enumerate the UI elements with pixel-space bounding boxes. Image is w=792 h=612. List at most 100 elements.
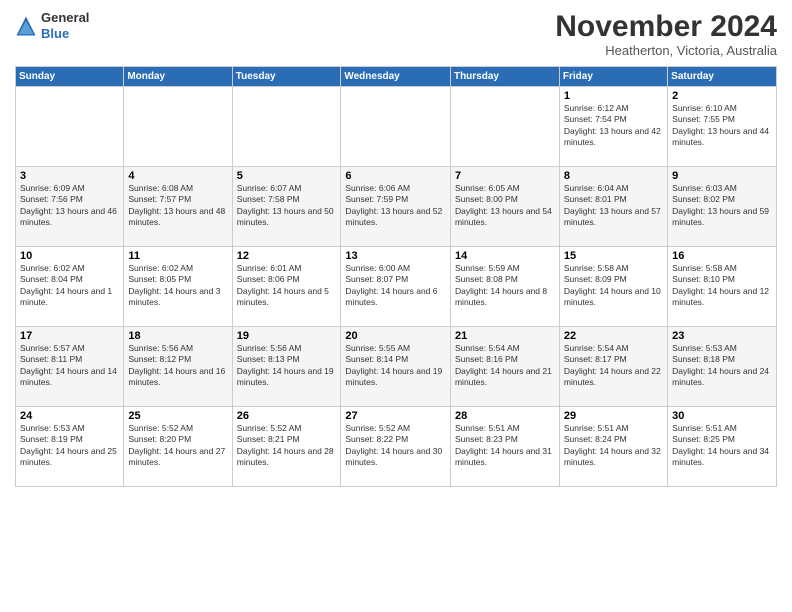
day-info: Sunrise: 6:09 AM Sunset: 7:56 PM Dayligh… xyxy=(20,183,119,229)
table-row: 18Sunrise: 5:56 AM Sunset: 8:12 PM Dayli… xyxy=(124,327,232,407)
calendar-week-row: 17Sunrise: 5:57 AM Sunset: 8:11 PM Dayli… xyxy=(16,327,777,407)
day-number: 10 xyxy=(20,250,119,262)
day-info: Sunrise: 5:51 AM Sunset: 8:25 PM Dayligh… xyxy=(672,423,772,469)
day-number: 1 xyxy=(564,90,663,102)
day-info: Sunrise: 6:01 AM Sunset: 8:06 PM Dayligh… xyxy=(237,263,337,309)
table-row: 13Sunrise: 6:00 AM Sunset: 8:07 PM Dayli… xyxy=(341,247,451,327)
table-row: 5Sunrise: 6:07 AM Sunset: 7:58 PM Daylig… xyxy=(232,167,341,247)
day-number: 13 xyxy=(345,250,446,262)
day-info: Sunrise: 6:00 AM Sunset: 8:07 PM Dayligh… xyxy=(345,263,446,309)
table-row: 24Sunrise: 5:53 AM Sunset: 8:19 PM Dayli… xyxy=(16,407,124,487)
day-info: Sunrise: 5:59 AM Sunset: 8:08 PM Dayligh… xyxy=(455,263,555,309)
table-row: 2Sunrise: 6:10 AM Sunset: 7:55 PM Daylig… xyxy=(668,87,777,167)
day-number: 7 xyxy=(455,170,555,182)
day-number: 3 xyxy=(20,170,119,182)
day-info: Sunrise: 5:52 AM Sunset: 8:20 PM Dayligh… xyxy=(128,423,227,469)
day-info: Sunrise: 5:58 AM Sunset: 8:09 PM Dayligh… xyxy=(564,263,663,309)
table-row: 28Sunrise: 5:51 AM Sunset: 8:23 PM Dayli… xyxy=(450,407,559,487)
table-row: 1Sunrise: 6:12 AM Sunset: 7:54 PM Daylig… xyxy=(559,87,667,167)
table-row: 25Sunrise: 5:52 AM Sunset: 8:20 PM Dayli… xyxy=(124,407,232,487)
day-number: 30 xyxy=(672,410,772,422)
day-number: 12 xyxy=(237,250,337,262)
day-number: 16 xyxy=(672,250,772,262)
table-row xyxy=(450,87,559,167)
table-row xyxy=(16,87,124,167)
table-row: 14Sunrise: 5:59 AM Sunset: 8:08 PM Dayli… xyxy=(450,247,559,327)
logo-text: General Blue xyxy=(41,10,89,41)
table-row: 30Sunrise: 5:51 AM Sunset: 8:25 PM Dayli… xyxy=(668,407,777,487)
day-number: 24 xyxy=(20,410,119,422)
table-row: 6Sunrise: 6:06 AM Sunset: 7:59 PM Daylig… xyxy=(341,167,451,247)
day-info: Sunrise: 5:53 AM Sunset: 8:18 PM Dayligh… xyxy=(672,343,772,389)
calendar-week-row: 10Sunrise: 6:02 AM Sunset: 8:04 PM Dayli… xyxy=(16,247,777,327)
day-info: Sunrise: 6:05 AM Sunset: 8:00 PM Dayligh… xyxy=(455,183,555,229)
col-sunday: Sunday xyxy=(16,67,124,87)
day-number: 15 xyxy=(564,250,663,262)
calendar: Sunday Monday Tuesday Wednesday Thursday… xyxy=(15,66,777,487)
day-number: 18 xyxy=(128,330,227,342)
table-row: 12Sunrise: 6:01 AM Sunset: 8:06 PM Dayli… xyxy=(232,247,341,327)
table-row: 16Sunrise: 5:58 AM Sunset: 8:10 PM Dayli… xyxy=(668,247,777,327)
table-row: 21Sunrise: 5:54 AM Sunset: 8:16 PM Dayli… xyxy=(450,327,559,407)
table-row: 7Sunrise: 6:05 AM Sunset: 8:00 PM Daylig… xyxy=(450,167,559,247)
logo-blue: Blue xyxy=(41,26,69,41)
day-number: 23 xyxy=(672,330,772,342)
day-info: Sunrise: 5:54 AM Sunset: 8:17 PM Dayligh… xyxy=(564,343,663,389)
day-info: Sunrise: 6:03 AM Sunset: 8:02 PM Dayligh… xyxy=(672,183,772,229)
table-row: 10Sunrise: 6:02 AM Sunset: 8:04 PM Dayli… xyxy=(16,247,124,327)
day-info: Sunrise: 6:08 AM Sunset: 7:57 PM Dayligh… xyxy=(128,183,227,229)
table-row: 19Sunrise: 5:56 AM Sunset: 8:13 PM Dayli… xyxy=(232,327,341,407)
table-row: 11Sunrise: 6:02 AM Sunset: 8:05 PM Dayli… xyxy=(124,247,232,327)
day-info: Sunrise: 5:57 AM Sunset: 8:11 PM Dayligh… xyxy=(20,343,119,389)
day-number: 21 xyxy=(455,330,555,342)
title-block: November 2024 Heatherton, Victoria, Aust… xyxy=(555,10,777,58)
header: General Blue November 2024 Heatherton, V… xyxy=(15,10,777,58)
day-number: 17 xyxy=(20,330,119,342)
table-row xyxy=(124,87,232,167)
day-number: 25 xyxy=(128,410,227,422)
day-info: Sunrise: 6:02 AM Sunset: 8:04 PM Dayligh… xyxy=(20,263,119,309)
day-number: 4 xyxy=(128,170,227,182)
day-number: 20 xyxy=(345,330,446,342)
logo-icon xyxy=(15,15,37,37)
calendar-header-row: Sunday Monday Tuesday Wednesday Thursday… xyxy=(16,67,777,87)
day-info: Sunrise: 5:53 AM Sunset: 8:19 PM Dayligh… xyxy=(20,423,119,469)
day-info: Sunrise: 5:54 AM Sunset: 8:16 PM Dayligh… xyxy=(455,343,555,389)
col-friday: Friday xyxy=(559,67,667,87)
table-row xyxy=(341,87,451,167)
table-row: 27Sunrise: 5:52 AM Sunset: 8:22 PM Dayli… xyxy=(341,407,451,487)
day-number: 29 xyxy=(564,410,663,422)
col-tuesday: Tuesday xyxy=(232,67,341,87)
day-number: 2 xyxy=(672,90,772,102)
col-saturday: Saturday xyxy=(668,67,777,87)
table-row: 8Sunrise: 6:04 AM Sunset: 8:01 PM Daylig… xyxy=(559,167,667,247)
day-number: 14 xyxy=(455,250,555,262)
day-number: 11 xyxy=(128,250,227,262)
col-wednesday: Wednesday xyxy=(341,67,451,87)
day-number: 5 xyxy=(237,170,337,182)
day-info: Sunrise: 6:10 AM Sunset: 7:55 PM Dayligh… xyxy=(672,103,772,149)
table-row: 4Sunrise: 6:08 AM Sunset: 7:57 PM Daylig… xyxy=(124,167,232,247)
day-number: 22 xyxy=(564,330,663,342)
day-info: Sunrise: 6:02 AM Sunset: 8:05 PM Dayligh… xyxy=(128,263,227,309)
day-number: 9 xyxy=(672,170,772,182)
day-info: Sunrise: 5:56 AM Sunset: 8:12 PM Dayligh… xyxy=(128,343,227,389)
day-info: Sunrise: 5:51 AM Sunset: 8:23 PM Dayligh… xyxy=(455,423,555,469)
day-info: Sunrise: 5:56 AM Sunset: 8:13 PM Dayligh… xyxy=(237,343,337,389)
day-info: Sunrise: 5:52 AM Sunset: 8:21 PM Dayligh… xyxy=(237,423,337,469)
calendar-week-row: 1Sunrise: 6:12 AM Sunset: 7:54 PM Daylig… xyxy=(16,87,777,167)
day-number: 8 xyxy=(564,170,663,182)
day-info: Sunrise: 5:55 AM Sunset: 8:14 PM Dayligh… xyxy=(345,343,446,389)
table-row: 22Sunrise: 5:54 AM Sunset: 8:17 PM Dayli… xyxy=(559,327,667,407)
day-info: Sunrise: 6:06 AM Sunset: 7:59 PM Dayligh… xyxy=(345,183,446,229)
day-number: 6 xyxy=(345,170,446,182)
table-row: 20Sunrise: 5:55 AM Sunset: 8:14 PM Dayli… xyxy=(341,327,451,407)
day-info: Sunrise: 5:58 AM Sunset: 8:10 PM Dayligh… xyxy=(672,263,772,309)
table-row: 26Sunrise: 5:52 AM Sunset: 8:21 PM Dayli… xyxy=(232,407,341,487)
day-number: 26 xyxy=(237,410,337,422)
month-title: November 2024 xyxy=(555,10,777,43)
day-info: Sunrise: 6:12 AM Sunset: 7:54 PM Dayligh… xyxy=(564,103,663,149)
logo: General Blue xyxy=(15,10,89,41)
calendar-week-row: 24Sunrise: 5:53 AM Sunset: 8:19 PM Dayli… xyxy=(16,407,777,487)
table-row: 3Sunrise: 6:09 AM Sunset: 7:56 PM Daylig… xyxy=(16,167,124,247)
